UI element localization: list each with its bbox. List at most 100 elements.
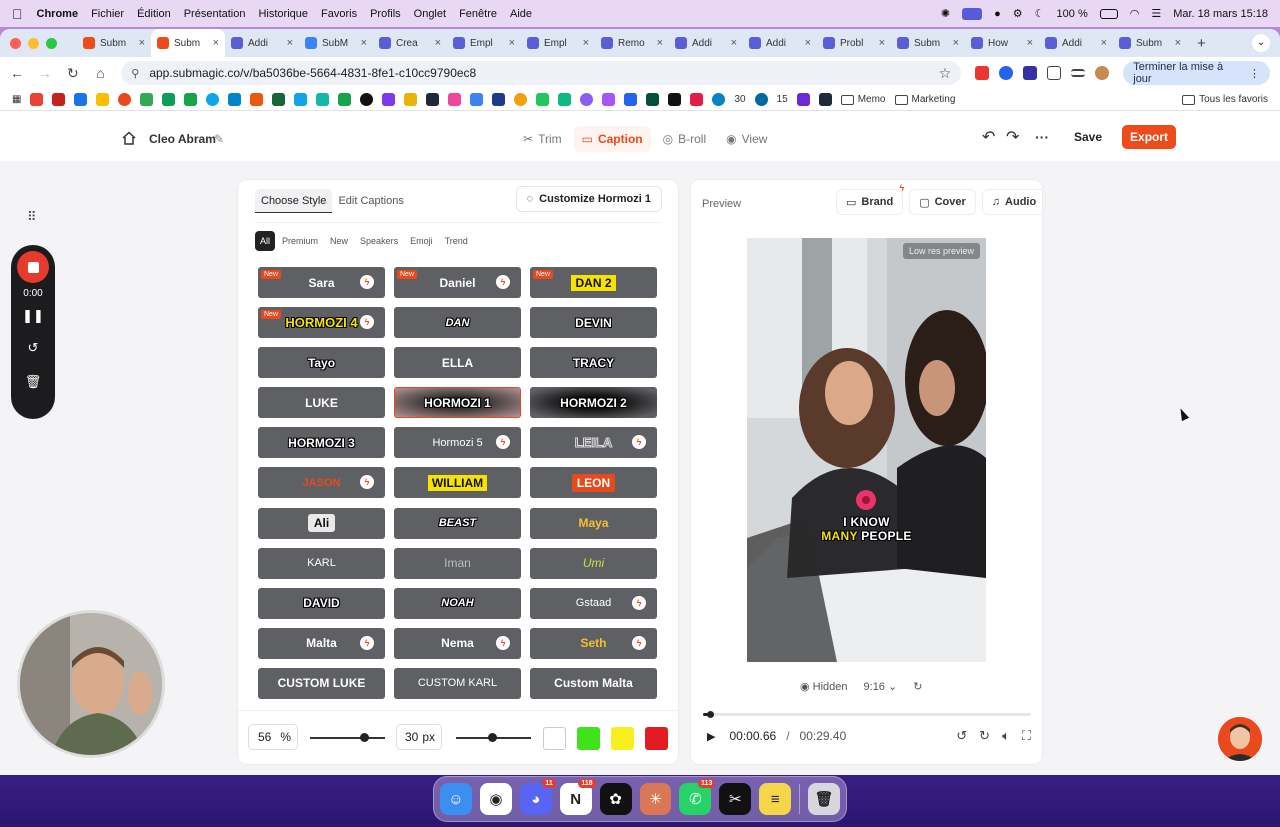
cover-button[interactable]: ▢ Cover <box>909 189 976 215</box>
notification-icon[interactable]: ● <box>994 8 1001 20</box>
caption-style-card[interactable]: Maya <box>530 507 657 539</box>
bookmark-icon[interactable] <box>448 93 462 106</box>
filter-trend[interactable]: Trend <box>440 231 473 251</box>
bookmark-icon[interactable] <box>754 93 768 106</box>
dock-app-discord[interactable]: ◕ 11 <box>519 779 556 815</box>
filter-speakers[interactable]: Speakers <box>355 231 403 251</box>
color-swatch-red[interactable] <box>645 727 668 750</box>
bookmark-icon[interactable] <box>558 93 572 106</box>
browser-tab[interactable]: Addi × <box>743 29 817 57</box>
font-size-input[interactable]: 56 % <box>248 724 298 750</box>
redo-icon[interactable]: ↷ <box>1006 127 1020 147</box>
caption-style-card[interactable]: WILLIAM <box>394 467 521 499</box>
bookmark-icon[interactable] <box>426 93 440 106</box>
caption-style-card[interactable]: HORMOZI 3 <box>258 427 385 459</box>
caption-style-card[interactable]: LEON <box>530 467 657 499</box>
settings-icon[interactable]: ⚙ <box>1013 7 1023 20</box>
close-tab-icon[interactable]: × <box>731 37 737 49</box>
play-icon[interactable]: ▶ <box>707 730 715 743</box>
filter-all[interactable]: All <box>255 231 276 251</box>
home-icon[interactable]: ⌂ <box>94 65 108 81</box>
tab-view[interactable]: ◉ View <box>718 126 775 152</box>
trash-icon[interactable]: 🗑︎ <box>11 374 55 390</box>
close-tab-icon[interactable]: × <box>213 37 219 49</box>
extension-icon[interactable] <box>1023 66 1038 80</box>
close-tab-icon[interactable]: × <box>657 37 663 49</box>
caption-style-card[interactable]: Iman <box>394 547 521 579</box>
bookmark-count-15[interactable]: 15 <box>777 94 788 105</box>
slider-knob[interactable] <box>488 733 497 742</box>
edit-pencil-icon[interactable]: ✎ <box>214 132 224 146</box>
close-tab-icon[interactable]: × <box>139 37 145 49</box>
bookmark-icon[interactable] <box>514 93 528 106</box>
tab-trim[interactable]: ✂ Trim <box>515 126 570 152</box>
caption-style-card[interactable]: BEAST <box>394 507 521 539</box>
bookmark-star-icon[interactable]: ☆ <box>939 65 952 82</box>
caption-style-card[interactable]: Tayo <box>258 347 385 379</box>
tab-edit-captions[interactable]: Edit Captions <box>332 189 409 213</box>
wifi-icon[interactable]: ◠ <box>1130 7 1140 20</box>
browser-tab[interactable]: Addi × <box>225 29 299 57</box>
bookmark-icon[interactable] <box>382 93 396 106</box>
bookmark-icon[interactable] <box>338 93 352 106</box>
bookmark-icon[interactable] <box>206 93 220 106</box>
bookmark-icon[interactable] <box>690 93 704 106</box>
close-tab-icon[interactable]: × <box>1027 37 1033 49</box>
moon-icon[interactable]: ☾ <box>1035 7 1045 20</box>
browser-tab[interactable]: Remo × <box>595 29 669 57</box>
bookmark-icon[interactable] <box>272 93 286 106</box>
export-button[interactable]: Export <box>1122 125 1177 149</box>
bookmark-icon[interactable] <box>404 93 418 106</box>
tab-search-icon[interactable]: ⌄ <box>1252 34 1270 52</box>
filter-new[interactable]: New <box>325 231 353 251</box>
menu-item-profils[interactable]: Profils <box>370 8 401 20</box>
caption-style-card[interactable]: Seth ϟ <box>530 627 657 659</box>
browser-tab[interactable]: Subm × <box>891 29 965 57</box>
forward-arrow-icon[interactable]: → <box>38 65 52 81</box>
dock-app-notes[interactable]: ≡ <box>759 783 792 815</box>
caption-style-card[interactable]: KARL <box>258 547 385 579</box>
browser-tab[interactable]: Subm × <box>1113 29 1187 57</box>
bookmark-icon[interactable] <box>580 93 594 106</box>
reading-list-icon[interactable] <box>1071 69 1086 77</box>
bookmark-count-30[interactable]: 30 <box>734 94 745 105</box>
dock-app-chatgpt[interactable]: ✿ <box>599 783 632 815</box>
bookmark-icon[interactable] <box>228 93 242 106</box>
extension-icon[interactable] <box>975 66 990 80</box>
rewind-icon[interactable]: ↺ <box>956 728 967 744</box>
slider-knob[interactable] <box>360 733 369 742</box>
close-tab-icon[interactable]: × <box>953 37 959 49</box>
fullscreen-icon[interactable]: ⛶ <box>1022 728 1031 744</box>
back-arrow-icon[interactable]: ← <box>10 65 24 81</box>
tab-caption[interactable]: ▭ Caption <box>573 126 651 152</box>
browser-tab[interactable]: Subm × <box>77 29 151 57</box>
menu-item-edition[interactable]: Édition <box>137 8 171 20</box>
caption-style-card[interactable]: HORMOZI 1 <box>394 387 521 419</box>
browser-tab[interactable]: Empl × <box>447 29 521 57</box>
site-settings-icon[interactable]: ⚲ <box>131 67 139 80</box>
browser-tab[interactable]: Crea × <box>373 29 447 57</box>
browser-tab[interactable]: Addi × <box>669 29 743 57</box>
caption-style-card[interactable]: ELLA <box>394 347 521 379</box>
caption-style-card[interactable]: Ali <box>258 507 385 539</box>
bookmark-icon[interactable] <box>624 93 638 106</box>
drag-grid-icon[interactable]: ⠿ <box>27 209 37 225</box>
dock-app-finder[interactable]: ☺ <box>440 783 472 815</box>
hidden-toggle[interactable]: ◉ Hidden <box>800 680 848 693</box>
bookmark-icon[interactable] <box>316 93 330 106</box>
zoom-window-button[interactable] <box>46 37 57 49</box>
bookmark-folder-memo[interactable]: Memo <box>840 94 886 105</box>
dock-app-notion[interactable]: N 118 <box>559 779 596 815</box>
filter-premium[interactable]: Premium <box>277 231 323 251</box>
caption-style-card[interactable]: JASON ϟ <box>258 467 385 499</box>
caption-style-card[interactable]: New DAN 2 <box>530 267 657 298</box>
bookmark-icon[interactable] <box>492 93 506 106</box>
caption-style-card[interactable]: NOAH <box>394 587 521 619</box>
bookmark-folder-marketing[interactable]: Marketing <box>894 94 955 105</box>
gmail-bookmark-icon[interactable] <box>30 93 44 106</box>
close-tab-icon[interactable]: × <box>1175 37 1181 49</box>
spark-status-icon[interactable]: ✺ <box>941 7 950 20</box>
dock-app-chrome[interactable]: ◉ <box>479 783 512 815</box>
all-bookmarks-folder[interactable]: Tous les favoris <box>1182 94 1268 105</box>
minimize-window-button[interactable] <box>28 37 39 49</box>
